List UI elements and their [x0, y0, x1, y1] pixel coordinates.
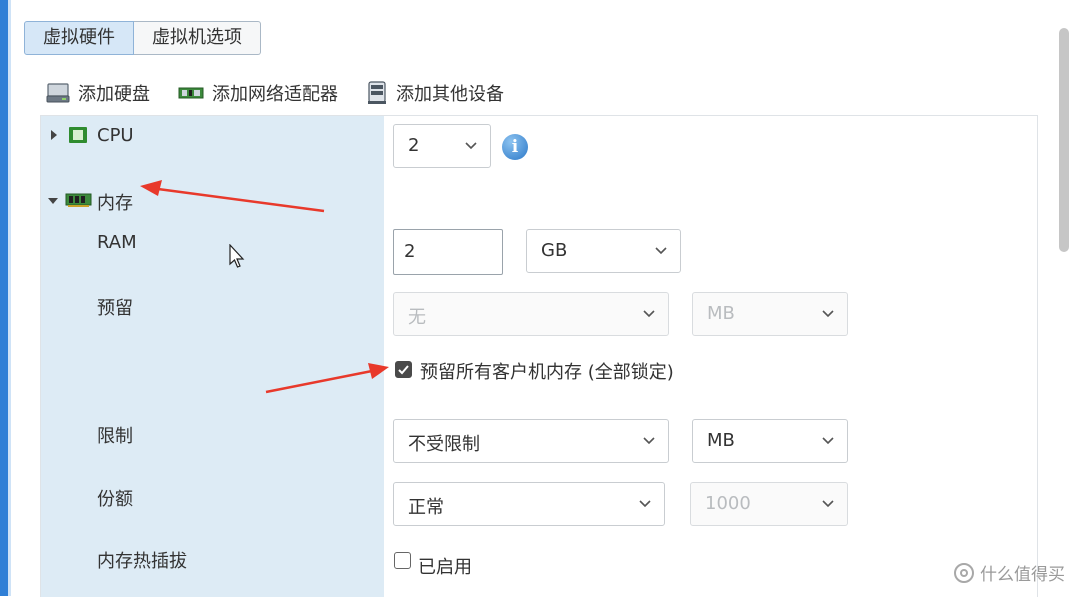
chevron-down-icon — [655, 247, 667, 255]
reservation-label: 预留 — [97, 298, 133, 319]
checkmark-icon — [398, 365, 409, 375]
ram-row: RAM 2 GB — [41, 221, 1037, 285]
mouse-cursor-icon — [229, 244, 245, 268]
shares-label: 份额 — [97, 489, 133, 510]
tab-virtual-hardware[interactable]: 虚拟硬件 — [24, 21, 134, 55]
hardware-grid: CPU 2 i 内存 RAM 2 GB 预留 无 MB 预留所有客户机内存 (全… — [40, 115, 1038, 597]
hard-disk-icon — [46, 83, 70, 103]
add-other-device-button[interactable]: 添加其他设备 — [366, 80, 504, 106]
shares-row: 份额 正常 1000 — [41, 474, 1037, 538]
device-toolbar: 添加硬盘 添加网络适配器 添加其他设备 — [46, 78, 532, 108]
chevron-down-icon — [822, 310, 834, 318]
reservation-amount-value: 无 — [408, 307, 426, 328]
memory-module-icon — [65, 193, 92, 207]
chevron-down-icon — [643, 310, 655, 318]
ram-unit-value: GB — [541, 240, 568, 261]
memory-hot-plug-checkbox-label: 已启用 — [418, 557, 472, 578]
ram-size-value: 2 — [404, 241, 416, 262]
network-adapter-icon — [178, 87, 204, 99]
reserve-all-memory-label: 预留所有客户机内存 (全部锁定) — [420, 362, 674, 383]
limit-unit-value: MB — [707, 430, 735, 451]
ram-unit-select[interactable]: GB — [526, 229, 681, 273]
shares-level-value: 正常 — [408, 497, 444, 518]
add-other-device-label: 添加其他设备 — [396, 84, 504, 105]
reservation-amount-select[interactable]: 无 — [393, 292, 669, 336]
add-hard-disk-label: 添加硬盘 — [78, 84, 150, 105]
shares-amount-value: 1000 — [705, 493, 751, 514]
chevron-down-icon — [822, 500, 834, 508]
reservation-unit-select[interactable]: MB — [692, 292, 848, 336]
other-device-icon — [368, 81, 386, 104]
info-icon[interactable]: i — [502, 134, 528, 160]
memory-label: 内存 — [97, 193, 133, 214]
tab-vm-options[interactable]: 虚拟机选项 — [134, 21, 261, 55]
reservation-row: 预留 无 MB 预留所有客户机内存 (全部锁定) — [41, 284, 1037, 412]
chevron-down-icon — [643, 437, 655, 445]
chevron-down-icon — [465, 142, 477, 150]
chevron-down-icon — [639, 500, 651, 508]
ram-label: RAM — [97, 232, 137, 253]
watermark-text: 什么值得买 — [980, 565, 1065, 585]
cpu-count-select[interactable]: 2 — [393, 124, 491, 168]
info-glyph: i — [511, 137, 519, 157]
limit-amount-select[interactable]: 不受限制 — [393, 419, 669, 463]
add-hard-disk-button[interactable]: 添加硬盘 — [46, 80, 150, 106]
memory-hot-plug-row: 内存热插拔 已启用 — [41, 537, 1037, 597]
add-network-adapter-label: 添加网络适配器 — [212, 84, 338, 105]
ram-size-input[interactable]: 2 — [393, 229, 503, 275]
reserve-all-memory-checkbox[interactable] — [395, 361, 412, 378]
cpu-chip-icon — [69, 127, 87, 143]
cpu-label: CPU — [97, 125, 134, 146]
memory-hot-plug-label: 内存热插拔 — [97, 551, 187, 572]
shares-level-select[interactable]: 正常 — [393, 482, 665, 526]
chevron-down-icon — [822, 437, 834, 445]
add-network-adapter-button[interactable]: 添加网络适配器 — [178, 80, 338, 106]
cpu-count-value: 2 — [408, 135, 420, 156]
limit-amount-value: 不受限制 — [408, 434, 480, 455]
limit-unit-select[interactable]: MB — [692, 419, 848, 463]
watermark: 什么值得买 — [954, 560, 1065, 585]
cpu-row: CPU 2 i — [41, 116, 1037, 180]
window-edge-fade — [8, 0, 11, 596]
memory-hot-plug-checkbox[interactable] — [394, 552, 411, 569]
reservation-unit-value: MB — [707, 303, 735, 324]
scrollbar-thumb[interactable] — [1059, 28, 1069, 252]
window-edge — [0, 0, 8, 596]
collapse-arrow-icon[interactable] — [47, 197, 59, 205]
tab-bar: 虚拟硬件 虚拟机选项 — [24, 21, 261, 55]
limit-row: 限制 不受限制 MB — [41, 411, 1037, 475]
expand-arrow-icon[interactable] — [50, 129, 58, 141]
shares-amount-select[interactable]: 1000 — [690, 482, 848, 526]
watermark-logo-icon — [954, 562, 974, 583]
memory-row: 内存 — [41, 179, 1037, 222]
limit-label: 限制 — [97, 426, 133, 447]
